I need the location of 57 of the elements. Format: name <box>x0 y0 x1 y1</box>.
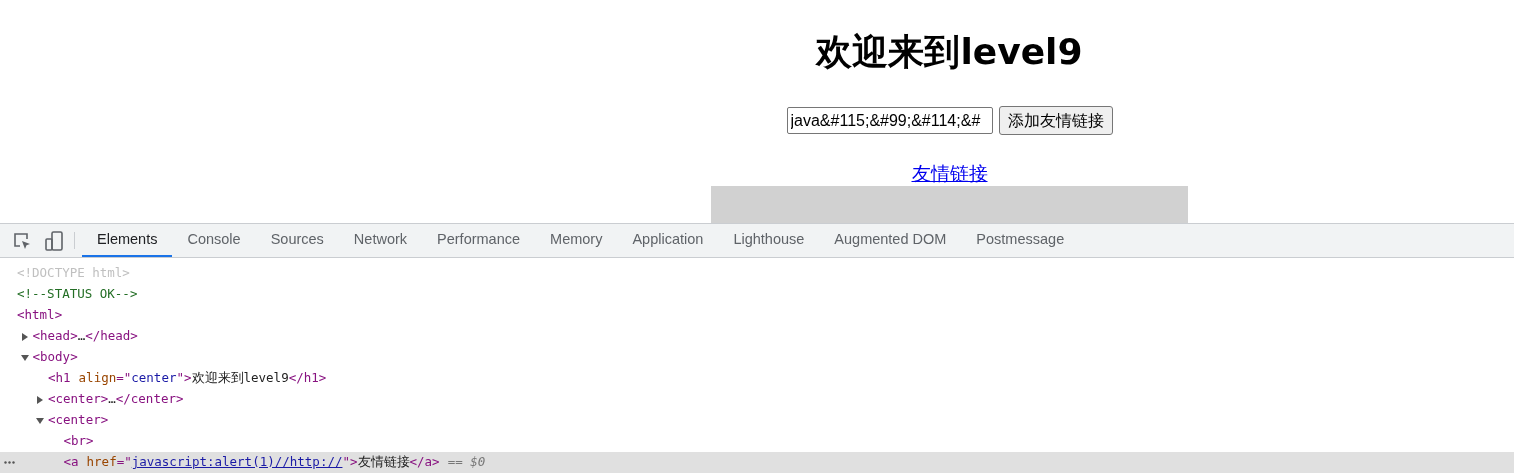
devtools-tab[interactable]: Console <box>172 224 256 257</box>
add-link-button[interactable]: 添加友情链接 <box>998 106 1113 135</box>
devtools-tab[interactable]: Memory <box>535 224 618 257</box>
triangle-down-icon[interactable] <box>20 354 29 362</box>
inspect-icon[interactable] <box>12 230 32 251</box>
devtools-tab[interactable]: Postmessage <box>961 224 1080 257</box>
dom-row[interactable]: <body> <box>0 347 1514 368</box>
devtools-tab[interactable]: Application <box>617 224 719 257</box>
attribute-name: href <box>86 453 117 472</box>
friend-link[interactable]: 友情链接 <box>911 162 988 186</box>
devtools-tab[interactable]: Elements <box>82 224 173 257</box>
devtools-tab[interactable]: Performance <box>422 224 536 257</box>
element-content: … <box>108 390 116 409</box>
dom-row[interactable]: <!--STATUS OK--> <box>0 284 1514 305</box>
dom-row[interactable]: <center>…</center> <box>0 389 1514 410</box>
tag-text: <center> <box>48 390 109 409</box>
link-input-field[interactable]: java&#115;&#99;&#114;&# <box>786 107 993 134</box>
tag-text: </h1> <box>288 369 327 388</box>
triangle-right-icon[interactable] <box>36 396 44 404</box>
dom-row[interactable]: <a href="javascript:alert(1)//http://">友情链接</a> == $0 <box>0 452 1514 473</box>
devtools-tab[interactable]: Augmented DOM <box>819 224 962 257</box>
comment-text: <!--STATUS OK--> <box>17 285 138 304</box>
element-content: 友情链接 <box>357 453 410 472</box>
tag-text: </head> <box>85 327 138 346</box>
devtools-tab[interactable]: Lighthouse <box>718 224 820 257</box>
tag-text: "> <box>176 369 192 388</box>
device-icon[interactable] <box>44 230 64 251</box>
element-content: … <box>77 327 86 346</box>
tag-text: <html> <box>17 306 63 325</box>
dom-row[interactable]: <head>…</head> <box>0 326 1514 347</box>
selected-marker: == $0 <box>447 453 486 472</box>
more-icon[interactable] <box>4 461 15 464</box>
doctype-text: <!DOCTYPE html> <box>17 264 130 283</box>
tag-text: </a> <box>409 453 440 472</box>
tag-text: <br> <box>63 432 94 451</box>
tag-text: <a <box>63 453 79 472</box>
triangle-down-icon[interactable] <box>36 417 44 425</box>
triangle-right-icon[interactable] <box>20 333 29 341</box>
devtools-tab[interactable]: Network <box>338 224 423 257</box>
tag-text: <body> <box>32 348 78 367</box>
dom-row[interactable]: <center> <box>0 410 1514 431</box>
devtools-tab[interactable]: Sources <box>255 224 339 257</box>
tag-text: <h1 <box>48 369 71 388</box>
tag-text: "> <box>342 453 358 472</box>
dom-row[interactable]: <br> <box>0 431 1514 452</box>
element-content: 欢迎来到level9 <box>191 369 289 388</box>
tag-text: =" <box>116 369 132 388</box>
attribute-value: center <box>131 369 177 388</box>
attribute-name: align <box>78 369 117 388</box>
dom-row[interactable]: <html> <box>0 305 1514 326</box>
tag-text: <head> <box>32 327 78 346</box>
dom-row[interactable]: <h1 align="center">欢迎来到level9</h1> <box>0 368 1514 389</box>
tag-text: </center> <box>115 390 184 409</box>
attribute-link[interactable]: javascript:alert(1)//http:// <box>131 453 343 472</box>
tag-text: <center> <box>48 411 109 430</box>
tag-text: =" <box>116 453 132 472</box>
page-heading: 欢迎来到level9 <box>816 30 1083 74</box>
